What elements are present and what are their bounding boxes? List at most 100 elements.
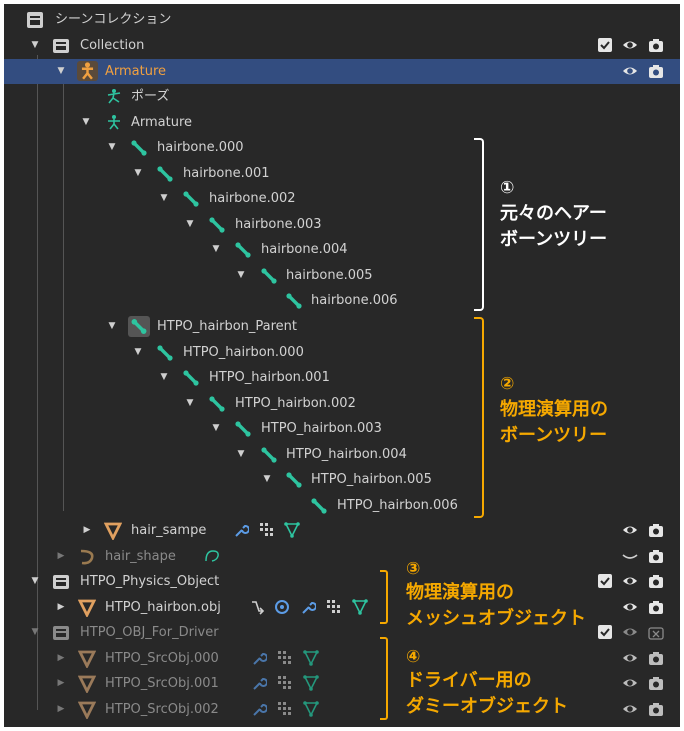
expand-arrow-down-icon[interactable]: ▼ (159, 365, 169, 391)
expand-arrow-down-icon[interactable]: ▼ (133, 340, 143, 366)
eye-icon[interactable] (622, 599, 638, 615)
bone-row-htpo-parent[interactable]: ▼ HTPO_hairbon_Parent (4, 314, 680, 340)
row-label: HTPO_hairbon.006 (337, 497, 458, 513)
annotation-number: ③ (406, 559, 421, 579)
mesh-data-icon[interactable] (284, 522, 300, 538)
mesh-row-hair-sampe[interactable]: ▶ hair_sampe (4, 518, 680, 544)
scene-collection-row[interactable]: シーンコレクション (4, 7, 680, 33)
wrench-icon[interactable] (251, 675, 267, 691)
outliner-panel: シーンコレクション ▼ Collection ▼ Armature ポーズ ▼ … (4, 4, 680, 727)
eye-icon[interactable] (622, 624, 638, 640)
camera-icon[interactable] (648, 37, 664, 53)
expand-arrow-down-icon[interactable]: ▼ (211, 416, 221, 442)
expand-arrow-right-icon[interactable]: ▶ (56, 544, 66, 570)
camera-icon[interactable] (648, 599, 664, 615)
constraint-arrow-icon[interactable] (249, 599, 265, 615)
row-label: HTPO_hairbon.002 (235, 395, 356, 411)
expand-arrow-down-icon[interactable]: ▼ (185, 391, 195, 417)
row-label: HTPO_hairbon.000 (183, 344, 304, 360)
eye-icon[interactable] (622, 650, 638, 666)
modifier-grid-icon[interactable] (277, 701, 293, 717)
expand-arrow-down-icon[interactable]: ▼ (133, 161, 143, 187)
bone-row-htpo-005[interactable]: ▼ HTPO_hairbon.005 (4, 467, 680, 493)
curve-data-icon[interactable] (204, 548, 220, 564)
checkbox-icon[interactable] (597, 624, 613, 640)
modifier-grid-icon[interactable] (326, 599, 342, 615)
wrench-icon[interactable] (300, 599, 316, 615)
mesh-data-icon[interactable] (303, 649, 319, 666)
bone-row-hairbone-006[interactable]: hairbone.006 (4, 288, 680, 314)
expand-arrow-down-icon[interactable]: ▼ (107, 314, 117, 340)
bone-row-hairbone-005[interactable]: ▼ hairbone.005 (4, 263, 680, 289)
expand-arrow-down-icon[interactable]: ▼ (236, 263, 246, 289)
wrench-icon[interactable] (251, 650, 267, 666)
eye-icon[interactable] (622, 675, 638, 691)
camera-icon[interactable] (648, 573, 664, 589)
mesh-icon (78, 675, 96, 693)
row-label: HTPO_hairbon.004 (286, 446, 407, 462)
wrench-icon[interactable] (251, 701, 267, 717)
camera-icon[interactable] (648, 522, 664, 538)
expand-arrow-down-icon[interactable]: ▼ (81, 110, 91, 136)
eye-closed-icon[interactable] (622, 548, 638, 564)
mesh-icon (78, 701, 96, 719)
bone-row-htpo-000[interactable]: ▼ HTPO_hairbon.000 (4, 340, 680, 366)
expand-arrow-down-icon[interactable]: ▼ (262, 467, 272, 493)
camera-icon[interactable] (648, 548, 664, 564)
bone-row-htpo-006[interactable]: HTPO_hairbon.006 (4, 493, 680, 519)
physics-icon[interactable] (274, 599, 290, 615)
armature-data-icon (105, 114, 123, 132)
expand-arrow-down-icon[interactable]: ▼ (30, 569, 40, 595)
checkbox-icon[interactable] (597, 573, 613, 589)
mesh-row-srcobj-001[interactable]: ▶ HTPO_SrcObj.001 (4, 671, 680, 697)
armature-data-row[interactable]: ▼ Armature (4, 110, 680, 136)
eye-icon[interactable] (622, 522, 638, 538)
mesh-data-icon[interactable] (303, 700, 319, 717)
mesh-data-icon[interactable] (352, 598, 368, 615)
camera-icon[interactable] (648, 675, 664, 691)
camera-icon[interactable] (648, 650, 664, 666)
expand-arrow-down-icon[interactable]: ▼ (30, 33, 40, 59)
bone-row-hairbone-000[interactable]: ▼ hairbone.000 (4, 135, 680, 161)
row-label: Armature (131, 114, 193, 130)
bone-icon (156, 344, 174, 362)
expand-arrow-right-icon[interactable]: ▶ (56, 646, 66, 672)
expand-arrow-down-icon[interactable]: ▼ (185, 212, 195, 238)
expand-arrow-right-icon[interactable]: ▶ (56, 671, 66, 697)
expand-arrow-down-icon[interactable]: ▼ (30, 620, 40, 646)
row-label: HTPO_SrcObj.000 (105, 650, 219, 666)
camera-disabled-icon[interactable] (648, 624, 664, 640)
row-label: hairbone.003 (235, 216, 322, 232)
bone-icon (234, 420, 252, 438)
modifier-grid-icon[interactable] (277, 650, 293, 666)
camera-icon[interactable] (648, 701, 664, 717)
camera-icon[interactable] (648, 63, 664, 79)
armature-object-row[interactable]: ▼ Armature (4, 58, 680, 85)
wrench-icon[interactable] (233, 522, 249, 538)
bone-icon (260, 267, 278, 285)
expand-arrow-down-icon[interactable]: ▼ (159, 186, 169, 212)
mesh-row-srcobj-002[interactable]: ▶ HTPO_SrcObj.002 (4, 697, 680, 723)
expand-arrow-down-icon[interactable]: ▼ (236, 442, 246, 468)
expand-arrow-down-icon[interactable]: ▼ (107, 135, 117, 161)
modifier-grid-icon[interactable] (277, 675, 293, 691)
expand-arrow-right-icon[interactable]: ▶ (56, 595, 66, 621)
armature-object-icon (77, 60, 98, 81)
modifier-grid-icon[interactable] (259, 522, 275, 538)
pose-icon (105, 88, 123, 106)
mesh-row-srcobj-000[interactable]: ▶ HTPO_SrcObj.000 (4, 646, 680, 672)
eye-icon[interactable] (622, 573, 638, 589)
expand-arrow-down-icon[interactable]: ▼ (211, 237, 221, 263)
eye-icon[interactable] (622, 37, 638, 53)
expand-arrow-down-icon[interactable]: ▼ (56, 59, 66, 85)
collection-row[interactable]: ▼ Collection (4, 33, 680, 59)
eye-icon[interactable] (622, 701, 638, 717)
row-label: HTPO_hairbon.005 (311, 472, 432, 487)
eye-icon[interactable] (622, 63, 638, 79)
row-label: HTPO_hairbon.obj (105, 599, 221, 615)
expand-arrow-right-icon[interactable]: ▶ (56, 697, 66, 723)
expand-arrow-right-icon[interactable]: ▶ (82, 518, 92, 544)
checkbox-icon[interactable] (597, 37, 613, 53)
pose-row[interactable]: ポーズ (4, 84, 680, 110)
mesh-data-icon[interactable] (303, 675, 319, 691)
